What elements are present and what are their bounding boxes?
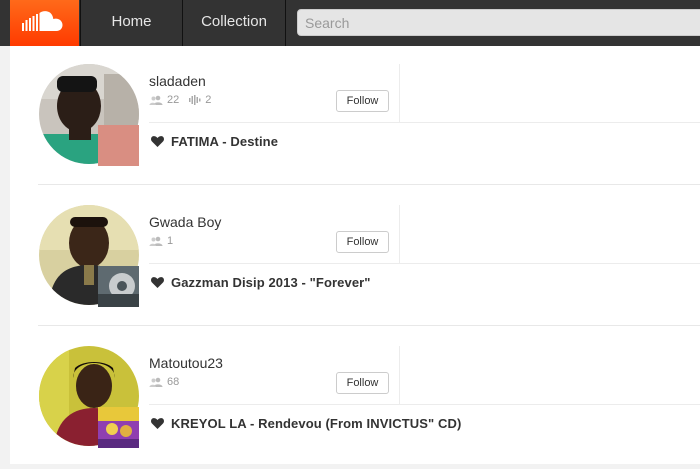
followers-icon	[149, 95, 163, 105]
username[interactable]: Matoutou23	[149, 355, 223, 371]
track-artwork[interactable]	[98, 407, 139, 448]
tracks-count: 2	[205, 94, 212, 106]
follow-button[interactable]: Follow	[336, 231, 389, 253]
liked-track-title: KREYOL LA - Rendevou (From INVICTUS" CD)	[171, 416, 462, 431]
divider	[149, 404, 700, 405]
soundcloud-cloud-icon	[22, 11, 63, 31]
divider	[149, 263, 700, 264]
followers-count: 68	[167, 376, 180, 388]
search-input[interactable]	[297, 9, 700, 36]
followers-count: 22	[167, 94, 180, 106]
waveform-icon	[189, 95, 201, 105]
top-bar: Home Collection	[0, 0, 700, 46]
username[interactable]: Gwada Boy	[149, 214, 221, 230]
card-divider	[38, 325, 700, 326]
follow-button[interactable]: Follow	[336, 372, 389, 394]
divider	[399, 205, 400, 263]
nav-home[interactable]: Home	[80, 0, 183, 46]
username[interactable]: sladaden	[149, 73, 206, 89]
followers-icon	[149, 377, 163, 387]
liked-track[interactable]: Gazzman Disip 2013 - "Forever"	[151, 275, 371, 290]
track-artwork[interactable]	[98, 125, 139, 166]
followers-icon	[149, 236, 163, 246]
liked-track-title: Gazzman Disip 2013 - "Forever"	[171, 275, 371, 290]
user-stats: 1	[149, 235, 183, 247]
liked-track[interactable]: FATIMA - Destine	[151, 134, 278, 149]
heart-icon	[151, 277, 164, 288]
divider	[399, 64, 400, 122]
followers-count: 1	[167, 235, 174, 247]
divider	[149, 122, 700, 123]
heart-icon	[151, 418, 164, 429]
card-divider	[38, 184, 700, 185]
nav-collection[interactable]: Collection	[183, 0, 286, 46]
divider	[399, 346, 400, 404]
followers-stat[interactable]: 68	[149, 376, 179, 388]
follow-button[interactable]: Follow	[336, 90, 389, 112]
user-suggestions-list: sladaden 22 2 Follow FATIMA - Destine Gw…	[10, 46, 700, 464]
user-stats: 68	[149, 376, 189, 388]
user-card: Matoutou23 68 Follow KREYOL LA - Rendevo…	[10, 328, 700, 469]
liked-track-title: FATIMA - Destine	[171, 134, 279, 149]
track-artwork[interactable]	[98, 266, 139, 307]
user-stats: 22 2	[149, 94, 221, 106]
soundcloud-logo[interactable]	[10, 0, 79, 46]
user-card: sladaden 22 2 Follow FATIMA - Destine	[10, 46, 700, 187]
heart-icon	[151, 136, 164, 147]
followers-stat[interactable]: 1	[149, 235, 173, 247]
followers-stat[interactable]: 22	[149, 94, 179, 106]
tracks-stat[interactable]: 2	[189, 94, 211, 106]
liked-track[interactable]: KREYOL LA - Rendevou (From INVICTUS" CD)	[151, 416, 461, 431]
user-card: Gwada Boy 1 Follow Gazzman Disip 2013 - …	[10, 187, 700, 328]
